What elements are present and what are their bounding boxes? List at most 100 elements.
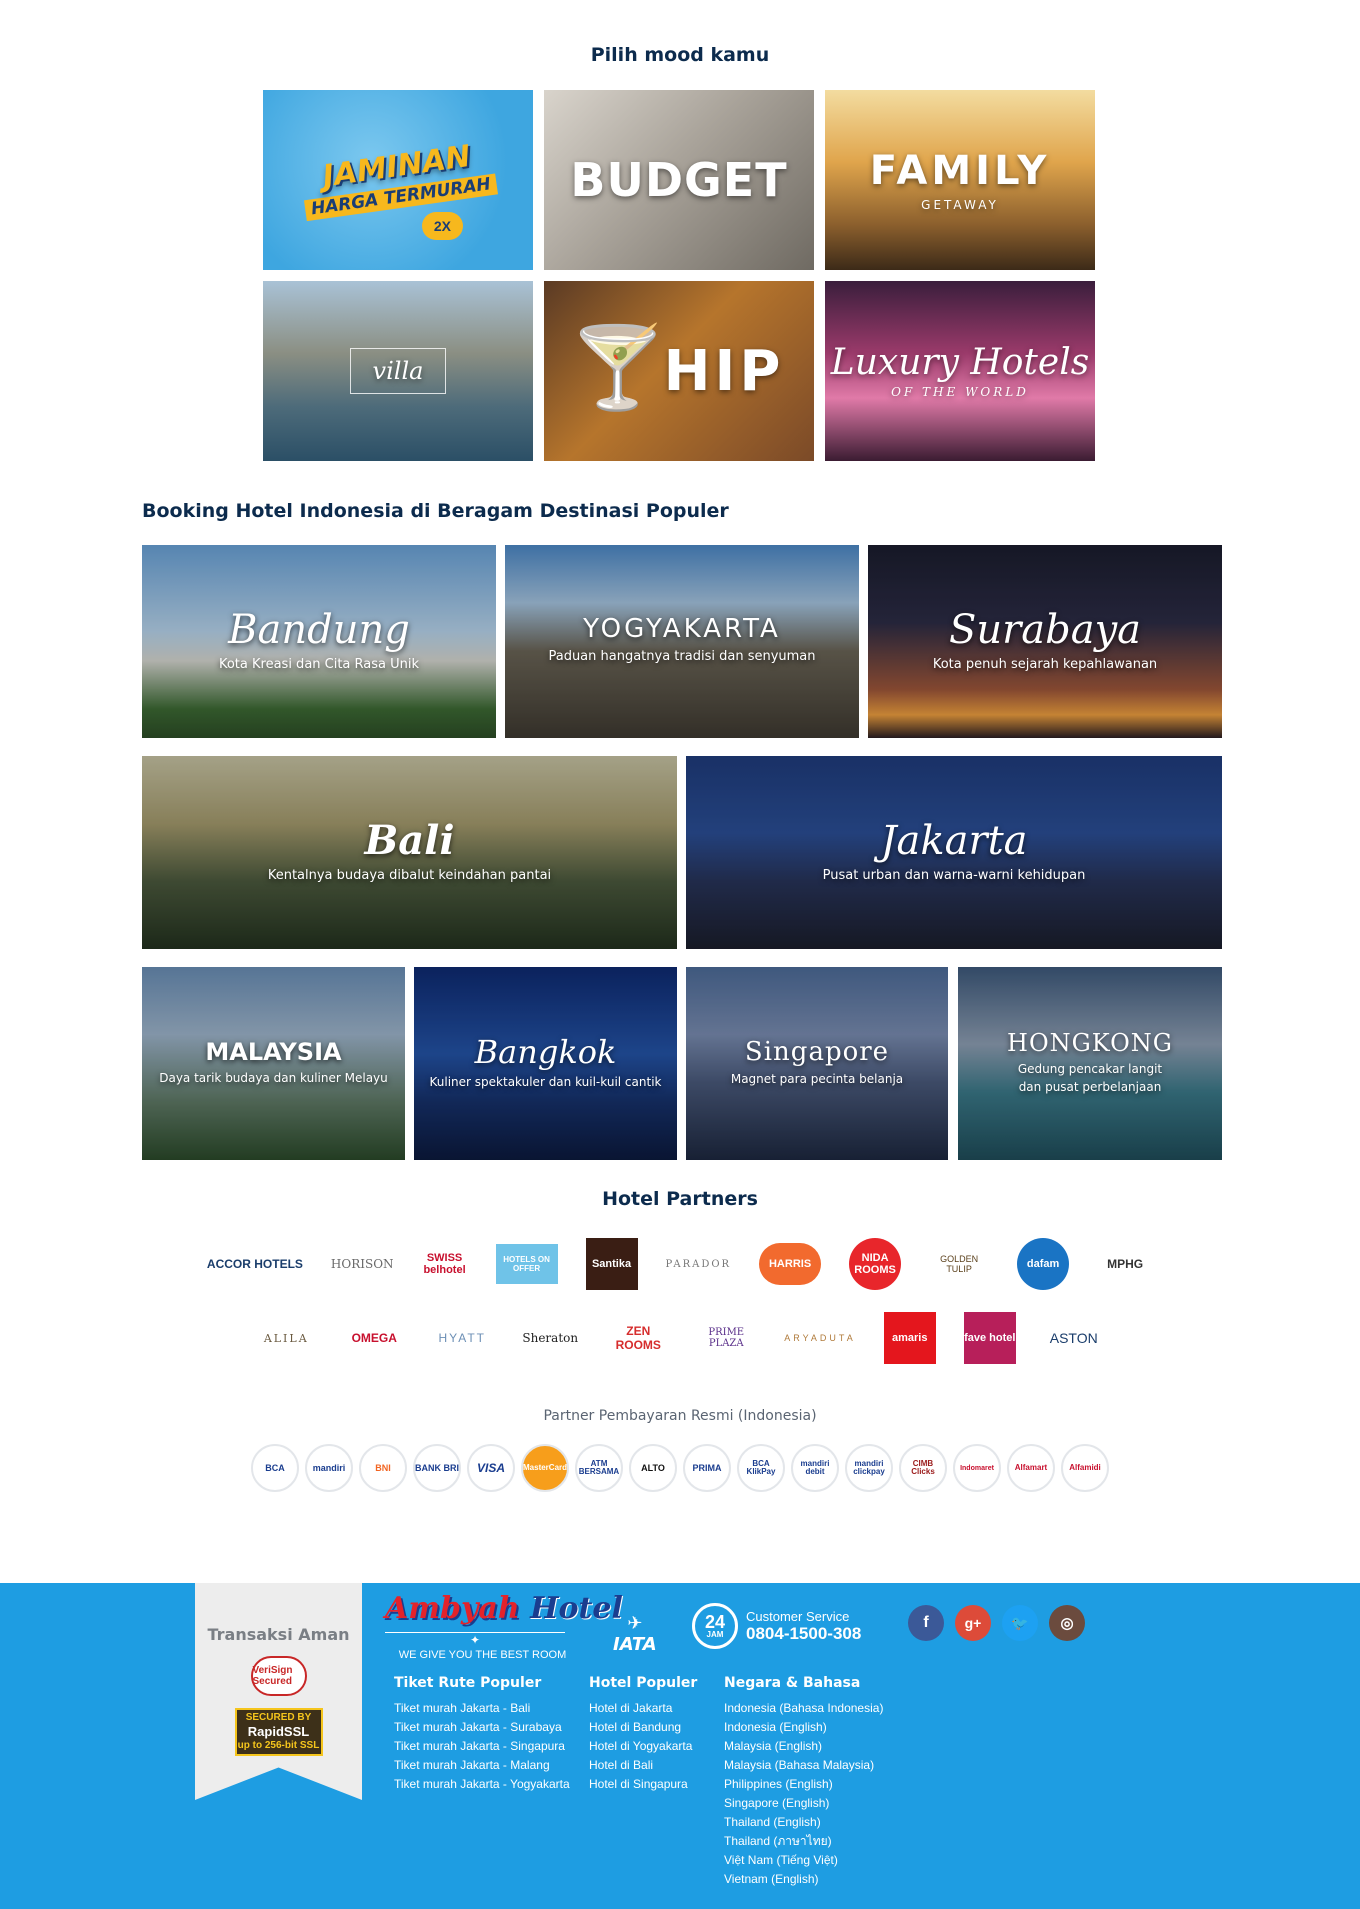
footer-brand[interactable]: Ambyah Hotel ✦ WE GIVE YOU THE BEST ROOM	[385, 1591, 623, 1661]
partner-logo-hyatt[interactable]: HYATT	[432, 1312, 492, 1364]
partner-logo-horison[interactable]: HORISON	[331, 1238, 394, 1290]
mood-card-title: HIP	[663, 338, 785, 404]
route-link[interactable]: Tiket murah Jakarta - Malang	[394, 1756, 570, 1775]
google-plus-icon[interactable]: g+	[955, 1605, 991, 1641]
partner-logo-aston[interactable]: ASTON	[1044, 1312, 1104, 1364]
partner-logo-amaris[interactable]: amaris	[883, 1312, 936, 1364]
twitter-icon[interactable]: 🐦	[1002, 1605, 1038, 1641]
partner-logo-dafam[interactable]: dafam	[1017, 1238, 1070, 1290]
destinations-section-title: Booking Hotel Indonesia di Beragam Desti…	[142, 500, 729, 522]
partner-logo-swissbelhotel[interactable]: SWISS belhotel	[421, 1238, 468, 1290]
country-link[interactable]: Thailand (English)	[724, 1813, 883, 1832]
footer-column-hotels: Hotel Populer Hotel di Jakarta Hotel di …	[589, 1675, 697, 1794]
partner-logo-hotels-on-offer[interactable]: HOTELS ON OFFER	[495, 1244, 558, 1284]
hotel-link[interactable]: Hotel di Yogyakarta	[589, 1737, 697, 1756]
rapidssl-bottom-text: up to 256-bit SSL	[237, 1739, 320, 1751]
country-link[interactable]: Malaysia (English)	[724, 1737, 883, 1756]
country-link[interactable]: Indonesia (Bahasa Indonesia)	[724, 1699, 883, 1718]
cs-hours: 24	[704, 1612, 726, 1632]
destination-name: Bangkok	[474, 1032, 617, 1071]
mood-card-label: JAMINAN HARGA TERMURAH	[298, 138, 498, 222]
route-link[interactable]: Tiket murah Jakarta - Surabaya	[394, 1718, 570, 1737]
destination-card-jakarta[interactable]: Jakarta Pusat urban dan warna-warni kehi…	[686, 756, 1222, 949]
payment-logo-alto[interactable]: ALTO	[629, 1444, 677, 1492]
verisign-seal[interactable]: VeriSign Secured	[250, 1656, 307, 1696]
payment-logo-alfamart[interactable]: Alfamart	[1007, 1444, 1055, 1492]
mood-card-hip[interactable]: 🍸 HIP	[544, 281, 814, 461]
payment-logo-alfamidi[interactable]: Alfamidi	[1061, 1444, 1109, 1492]
destination-card-bali[interactable]: Bali Kentalnya budaya dibalut keindahan …	[142, 756, 677, 949]
country-link[interactable]: Thailand (ภาษาไทย)	[724, 1832, 883, 1851]
country-link[interactable]: Philippines (English)	[724, 1775, 883, 1794]
cs-phone: 0804-1500-308	[746, 1623, 862, 1643]
cs-hours-unit: JAM	[706, 1630, 724, 1639]
partner-logo-sheraton[interactable]: Sheraton	[520, 1312, 580, 1364]
brand-hotel: Hotel	[530, 1591, 623, 1626]
destination-tagline: Kuliner spektakuler dan kuil-kuil cantik	[429, 1075, 662, 1090]
destination-card-malaysia[interactable]: MALAYSIA Daya tarik budaya dan kuliner M…	[142, 967, 405, 1160]
hotel-link[interactable]: Hotel di Singapura	[589, 1775, 697, 1794]
cs-label: Customer Service	[746, 1608, 850, 1624]
payment-logo-mandiri[interactable]: mandiri	[305, 1444, 353, 1492]
partner-logo-fave[interactable]: fave hotel	[963, 1312, 1016, 1364]
partner-logo-omega[interactable]: OMEGA	[344, 1312, 404, 1364]
partner-logo-alila[interactable]: ALILA	[256, 1312, 316, 1364]
customer-service[interactable]: 24 JAM Customer Service 0804-1500-308	[692, 1603, 861, 1649]
partner-logo-accor[interactable]: ACCOR HOTELS	[207, 1238, 303, 1290]
destination-tagline: Kota penuh sejarah kepahlawanan	[932, 656, 1158, 672]
rapidssl-seal[interactable]: SECURED BY RapidSSL up to 256-bit SSL	[234, 1708, 323, 1756]
payment-logo-bca[interactable]: BCA	[251, 1444, 299, 1492]
mood-card-jaminan[interactable]: JAMINAN HARGA TERMURAH 2X	[263, 90, 533, 270]
hotel-link[interactable]: Hotel di Bali	[589, 1756, 697, 1775]
payment-logo-visa[interactable]: VISA	[467, 1444, 515, 1492]
payment-logo-cimb-clicks[interactable]: CIMB Clicks	[899, 1444, 947, 1492]
destination-card-surabaya[interactable]: Surabaya Kota penuh sejarah kepahlawanan	[868, 545, 1222, 738]
country-link[interactable]: Vietnam (English)	[724, 1870, 883, 1889]
partner-logo-aryaduta[interactable]: ARYADUTA	[784, 1312, 856, 1364]
destination-card-hongkong[interactable]: HONGKONG Gedung pencakar langit dan pusa…	[958, 967, 1222, 1160]
country-link[interactable]: Malaysia (Bahasa Malaysia)	[724, 1756, 883, 1775]
payment-logo-bca-klikpay[interactable]: BCA KlikPay	[737, 1444, 785, 1492]
mood-card-subtitle: GETAWAY	[921, 198, 999, 212]
payment-logo-prima[interactable]: PRIMA	[683, 1444, 731, 1492]
mood-card-villa[interactable]: villa	[263, 281, 533, 461]
country-link[interactable]: Việt Nam (Tiếng Việt)	[724, 1851, 883, 1870]
payment-logo-mandiri-debit[interactable]: mandiri debit	[791, 1444, 839, 1492]
mood-card-title: Luxury Hotels	[830, 341, 1090, 383]
destination-card-bandung[interactable]: Bandung Kota Kreasi dan Cita Rasa Unik	[142, 545, 496, 738]
payment-logo-indomaret[interactable]: Indomaret	[953, 1444, 1001, 1492]
rapidssl-top-text: SECURED BY	[245, 1712, 312, 1724]
payment-logo-mastercard[interactable]: MasterCard	[521, 1444, 569, 1492]
destination-card-yogyakarta[interactable]: YOGYAKARTA Paduan hangatnya tradisi dan …	[505, 545, 859, 738]
brand-name: Ambyah	[385, 1591, 520, 1626]
destination-card-singapore[interactable]: Singapore Magnet para pecinta belanja	[686, 967, 948, 1160]
partner-logo-golden-tulip[interactable]: GOLDEN TULIP	[929, 1238, 989, 1290]
facebook-icon[interactable]: f	[908, 1605, 944, 1641]
mood-card-family[interactable]: FAMILY GETAWAY	[825, 90, 1095, 270]
partner-logo-mphg[interactable]: MPHG	[1097, 1238, 1153, 1290]
partner-logo-prime-plaza[interactable]: PRIME PLAZA	[696, 1312, 756, 1364]
route-link[interactable]: Tiket murah Jakarta - Singapura	[394, 1737, 570, 1756]
destination-name: HONGKONG	[1007, 1028, 1173, 1057]
mood-card-luxury[interactable]: Luxury Hotels OF THE WORLD	[825, 281, 1095, 461]
payment-logo-mandiri-clickpay[interactable]: mandiri clickpay	[845, 1444, 893, 1492]
country-link[interactable]: Indonesia (English)	[724, 1718, 883, 1737]
instagram-icon[interactable]: ◎	[1049, 1605, 1085, 1641]
payment-logo-bni[interactable]: BNI	[359, 1444, 407, 1492]
hotel-link[interactable]: Hotel di Bandung	[589, 1718, 697, 1737]
partner-logo-santika[interactable]: Santika	[585, 1238, 638, 1290]
route-link[interactable]: Tiket murah Jakarta - Bali	[394, 1699, 570, 1718]
mood-card-budget[interactable]: BUDGET	[544, 90, 814, 270]
route-link[interactable]: Tiket murah Jakarta - Yogyakarta	[394, 1775, 570, 1794]
mood-card-title: villa	[349, 348, 447, 394]
partner-logo-parador[interactable]: PARADOR	[666, 1238, 732, 1290]
hotel-link[interactable]: Hotel di Jakarta	[589, 1699, 697, 1718]
country-link[interactable]: Singapore (English)	[724, 1794, 883, 1813]
partner-logo-nida[interactable]: NIDA ROOMS	[849, 1238, 902, 1290]
mood-card-title: FAMILY	[869, 148, 1051, 194]
payment-logo-bri[interactable]: BANK BRI	[413, 1444, 461, 1492]
partner-logo-harris[interactable]: HARRIS	[759, 1243, 822, 1285]
destination-card-bangkok[interactable]: Bangkok Kuliner spektakuler dan kuil-kui…	[414, 967, 677, 1160]
payment-logo-atm-bersama[interactable]: ATM BERSAMA	[575, 1444, 623, 1492]
partner-logo-zen-rooms[interactable]: ZEN ROOMS	[608, 1312, 668, 1364]
